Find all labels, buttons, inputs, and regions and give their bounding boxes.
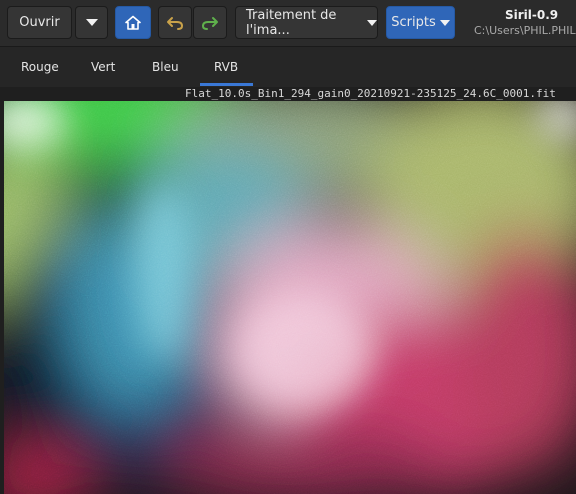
redo-button[interactable] — [193, 6, 227, 39]
redo-icon — [201, 16, 218, 30]
chevron-down-icon — [439, 19, 450, 26]
channel-tabs: Rouge Vert Bleu RVB — [0, 46, 576, 87]
chevron-down-icon — [367, 19, 377, 26]
home-icon — [125, 15, 141, 30]
tab-bleu[interactable]: Bleu — [152, 60, 179, 74]
open-button[interactable]: Ouvrir — [7, 6, 72, 39]
file-path: C:\Users\PHIL.PHIL — [474, 24, 576, 37]
image-filename: Flat_10.0s_Bin1_294_gain0_20210921-23512… — [185, 87, 556, 100]
tab-vert[interactable]: Vert — [91, 60, 115, 74]
chevron-down-icon — [85, 19, 98, 26]
image-canvas[interactable] — [4, 101, 576, 494]
tab-rvb[interactable]: RVB — [214, 60, 238, 74]
header-toolbar: Ouvrir Traitement de l'ima... Scripts Si… — [0, 0, 576, 46]
tab-rouge[interactable]: Rouge — [21, 60, 59, 74]
scripts-menu[interactable]: Scripts — [386, 6, 455, 39]
flat-frame-image — [4, 101, 576, 494]
home-button[interactable] — [115, 6, 151, 39]
undo-icon — [167, 16, 184, 30]
undo-button[interactable] — [158, 6, 192, 39]
app-title: Siril-0.9 — [505, 8, 559, 22]
image-processing-menu[interactable]: Traitement de l'ima... — [235, 6, 378, 39]
active-tab-indicator — [200, 83, 253, 86]
image-processing-label: Traitement de l'ima... — [246, 7, 337, 38]
open-menu-button[interactable] — [75, 6, 108, 39]
scripts-label: Scripts — [391, 15, 436, 30]
